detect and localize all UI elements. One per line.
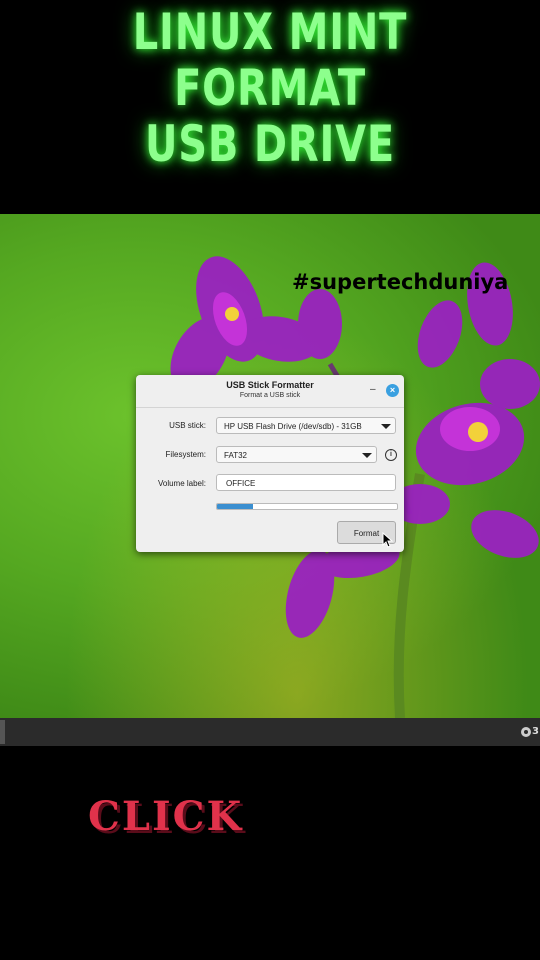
filesystem-dropdown[interactable]: FAT32 — [216, 446, 377, 463]
title-separator — [136, 407, 404, 408]
network-icon[interactable] — [520, 726, 532, 738]
chevron-down-icon — [362, 453, 372, 458]
mouse-cursor-icon — [382, 532, 394, 548]
usb-stick-value: HP USB Flash Drive (/dev/sdb) - 31GB — [224, 422, 362, 431]
format-progress-bar — [216, 503, 398, 510]
info-icon[interactable]: i — [385, 449, 397, 461]
filesystem-value: FAT32 — [224, 451, 247, 460]
tray-clock: 3 — [532, 726, 539, 737]
volume-label-label: Volume label: — [157, 479, 206, 488]
dialog-title: USB Stick Formatter — [226, 380, 314, 390]
headline-line-2: FORMAT — [174, 59, 366, 117]
dialog-subtitle: Format a USB stick — [239, 392, 301, 399]
hashtag-watermark: #supertechduniya — [292, 270, 509, 294]
usb-stick-label: USB stick: — [169, 421, 206, 430]
headline: LINUX MINT FORMAT USB DRIVE — [0, 4, 540, 172]
headline-line-1: LINUX MINT — [132, 3, 408, 61]
filesystem-label: Filesystem: — [165, 450, 206, 459]
taskbar-menu-button[interactable] — [0, 720, 5, 744]
headline-line-3: USB DRIVE — [144, 115, 396, 173]
progress-fill — [217, 504, 253, 509]
minimize-button[interactable]: – — [370, 384, 376, 395]
chevron-down-icon — [381, 424, 391, 429]
taskbar: 3 — [0, 718, 540, 746]
click-overlay-text: CLICK — [88, 793, 244, 840]
close-button[interactable]: × — [386, 384, 399, 397]
usb-stick-dropdown[interactable]: HP USB Flash Drive (/dev/sdb) - 31GB — [216, 417, 396, 434]
usb-stick-formatter-dialog: USB Stick Formatter Format a USB stick –… — [136, 375, 404, 552]
volume-label-input[interactable]: OFFICE — [216, 474, 396, 491]
